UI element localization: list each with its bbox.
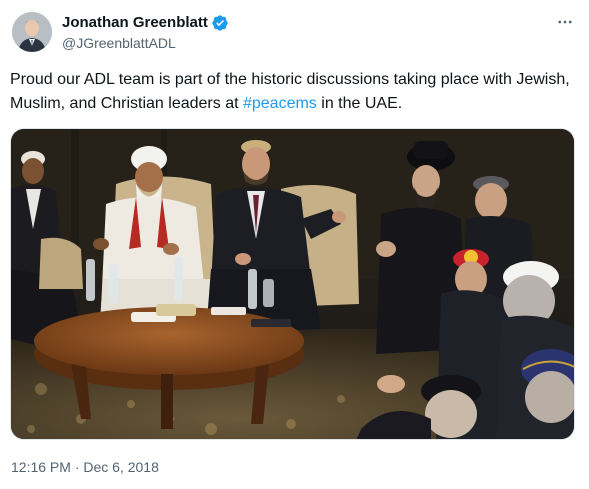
tweet-timestamp[interactable]: 12:16 PM · Dec 6, 2018: [11, 459, 159, 476]
author-display-name[interactable]: Jonathan Greenblatt: [62, 14, 208, 32]
meeting-photo: [11, 129, 574, 439]
avatar[interactable]: [12, 12, 52, 52]
tweet-photo[interactable]: [10, 128, 575, 440]
avatar-image: [12, 12, 52, 52]
author-handle[interactable]: @JGreenblattADL: [62, 35, 176, 52]
tweet-text-tail: in the UAE.: [316, 95, 403, 112]
tweet-card: Jonathan Greenblatt @JGreenblattADL Prou…: [0, 0, 589, 489]
more-options-icon[interactable]: [555, 12, 575, 32]
author-name-row: Jonathan Greenblatt: [62, 14, 229, 32]
verified-badge-icon: [211, 14, 229, 32]
tweet-text: Proud our ADL team is part of the histor…: [10, 68, 575, 116]
hashtag-link[interactable]: #peacems: [243, 95, 317, 112]
